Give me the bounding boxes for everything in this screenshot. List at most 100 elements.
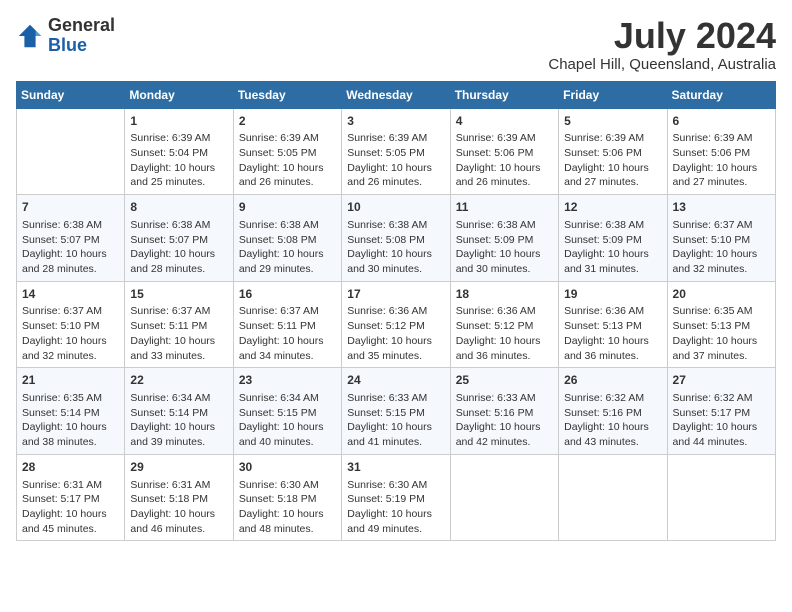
day-info: Sunrise: 6:37 AM Sunset: 5:10 PM Dayligh… bbox=[673, 218, 770, 277]
logo-blue: Blue bbox=[48, 36, 115, 56]
day-number: 16 bbox=[239, 286, 336, 303]
day-info: Sunrise: 6:38 AM Sunset: 5:08 PM Dayligh… bbox=[347, 218, 444, 277]
day-number: 19 bbox=[564, 286, 661, 303]
calendar-header-cell: Wednesday bbox=[342, 81, 450, 108]
calendar-cell bbox=[450, 454, 558, 541]
day-info: Sunrise: 6:37 AM Sunset: 5:11 PM Dayligh… bbox=[239, 304, 336, 363]
calendar-cell: 22Sunrise: 6:34 AM Sunset: 5:14 PM Dayli… bbox=[125, 368, 233, 455]
title-area: July 2024 Chapel Hill, Queensland, Austr… bbox=[548, 16, 776, 73]
day-number: 13 bbox=[673, 199, 770, 216]
calendar-cell: 9Sunrise: 6:38 AM Sunset: 5:08 PM Daylig… bbox=[233, 195, 341, 282]
day-info: Sunrise: 6:31 AM Sunset: 5:18 PM Dayligh… bbox=[130, 478, 227, 537]
day-number: 12 bbox=[564, 199, 661, 216]
day-number: 10 bbox=[347, 199, 444, 216]
calendar-header-cell: Saturday bbox=[667, 81, 775, 108]
subtitle: Chapel Hill, Queensland, Australia bbox=[548, 56, 776, 73]
calendar-cell: 2Sunrise: 6:39 AM Sunset: 5:05 PM Daylig… bbox=[233, 108, 341, 195]
calendar-week-row: 1Sunrise: 6:39 AM Sunset: 5:04 PM Daylig… bbox=[17, 108, 776, 195]
day-info: Sunrise: 6:30 AM Sunset: 5:18 PM Dayligh… bbox=[239, 478, 336, 537]
logo-general: General bbox=[48, 16, 115, 36]
calendar-cell: 15Sunrise: 6:37 AM Sunset: 5:11 PM Dayli… bbox=[125, 281, 233, 368]
day-number: 27 bbox=[673, 372, 770, 389]
logo-icon bbox=[16, 22, 44, 50]
day-info: Sunrise: 6:32 AM Sunset: 5:17 PM Dayligh… bbox=[673, 391, 770, 450]
day-number: 26 bbox=[564, 372, 661, 389]
day-info: Sunrise: 6:37 AM Sunset: 5:11 PM Dayligh… bbox=[130, 304, 227, 363]
day-info: Sunrise: 6:39 AM Sunset: 5:05 PM Dayligh… bbox=[239, 131, 336, 190]
calendar-cell: 27 Sunrise: 6:32 AM Sunset: 5:17 PM Dayli… bbox=[667, 368, 775, 455]
calendar-week-row: 7 Sunrise: 6:38 AM Sunset: 5:07 PM Daylig… bbox=[17, 195, 776, 282]
calendar-cell: 1Sunrise: 6:39 AM Sunset: 5:04 PM Daylig… bbox=[125, 108, 233, 195]
day-number: 6 bbox=[673, 113, 770, 130]
calendar-cell: 11Sunrise: 6:38 AM Sunset: 5:09 PM Dayli… bbox=[450, 195, 558, 282]
calendar-cell: 18Sunrise: 6:36 AM Sunset: 5:12 PM Dayli… bbox=[450, 281, 558, 368]
calendar-cell: 4Sunrise: 6:39 AM Sunset: 5:06 PM Daylig… bbox=[450, 108, 558, 195]
day-number: 23 bbox=[239, 372, 336, 389]
day-number: 8 bbox=[130, 199, 227, 216]
day-info: Sunrise: 6:32 AM Sunset: 5:16 PM Dayligh… bbox=[564, 391, 661, 450]
day-number: 15 bbox=[130, 286, 227, 303]
calendar-cell: 30 Sunrise: 6:30 AM Sunset: 5:18 PM Dayli… bbox=[233, 454, 341, 541]
calendar-cell: 5Sunrise: 6:39 AM Sunset: 5:06 PM Daylig… bbox=[559, 108, 667, 195]
day-number: 14 bbox=[22, 286, 119, 303]
day-info: Sunrise: 6:33 AM Sunset: 5:15 PM Dayligh… bbox=[347, 391, 444, 450]
calendar-cell: 13 Sunrise: 6:37 AM Sunset: 5:10 PM Dayli… bbox=[667, 195, 775, 282]
day-info: Sunrise: 6:38 AM Sunset: 5:09 PM Dayligh… bbox=[564, 218, 661, 277]
day-info: Sunrise: 6:39 AM Sunset: 5:04 PM Dayligh… bbox=[130, 131, 227, 190]
calendar-cell: 28 Sunrise: 6:31 AM Sunset: 5:17 PM Dayli… bbox=[17, 454, 125, 541]
calendar-cell: 23 Sunrise: 6:34 AM Sunset: 5:15 PM Dayli… bbox=[233, 368, 341, 455]
calendar-cell: 29 Sunrise: 6:31 AM Sunset: 5:18 PM Dayli… bbox=[125, 454, 233, 541]
calendar-cell: 24 Sunrise: 6:33 AM Sunset: 5:15 PM Dayli… bbox=[342, 368, 450, 455]
day-info: Sunrise: 6:38 AM Sunset: 5:07 PM Dayligh… bbox=[22, 218, 119, 277]
header: General Blue July 2024 Chapel Hill, Quee… bbox=[16, 16, 776, 73]
day-info: Sunrise: 6:33 AM Sunset: 5:16 PM Dayligh… bbox=[456, 391, 553, 450]
day-info: Sunrise: 6:30 AM Sunset: 5:19 PM Dayligh… bbox=[347, 478, 444, 537]
calendar-cell bbox=[667, 454, 775, 541]
calendar-cell: 12 Sunrise: 6:38 AM Sunset: 5:09 PM Dayli… bbox=[559, 195, 667, 282]
calendar-cell: 25Sunrise: 6:33 AM Sunset: 5:16 PM Dayli… bbox=[450, 368, 558, 455]
calendar-cell: 3Sunrise: 6:39 AM Sunset: 5:05 PM Daylig… bbox=[342, 108, 450, 195]
day-number: 21 bbox=[22, 372, 119, 389]
calendar-cell: 6Sunrise: 6:39 AM Sunset: 5:06 PM Daylig… bbox=[667, 108, 775, 195]
calendar-cell bbox=[17, 108, 125, 195]
day-number: 18 bbox=[456, 286, 553, 303]
day-number: 11 bbox=[456, 199, 553, 216]
calendar-header-cell: Sunday bbox=[17, 81, 125, 108]
calendar-cell: 7 Sunrise: 6:38 AM Sunset: 5:07 PM Daylig… bbox=[17, 195, 125, 282]
day-info: Sunrise: 6:36 AM Sunset: 5:12 PM Dayligh… bbox=[347, 304, 444, 363]
day-info: Sunrise: 6:39 AM Sunset: 5:06 PM Dayligh… bbox=[564, 131, 661, 190]
calendar-header-cell: Tuesday bbox=[233, 81, 341, 108]
day-number: 5 bbox=[564, 113, 661, 130]
day-info: Sunrise: 6:31 AM Sunset: 5:17 PM Dayligh… bbox=[22, 478, 119, 537]
day-number: 31 bbox=[347, 459, 444, 476]
calendar-cell: 10 Sunrise: 6:38 AM Sunset: 5:08 PM Dayli… bbox=[342, 195, 450, 282]
logo: General Blue bbox=[16, 16, 115, 56]
calendar-cell: 16Sunrise: 6:37 AM Sunset: 5:11 PM Dayli… bbox=[233, 281, 341, 368]
day-number: 17 bbox=[347, 286, 444, 303]
calendar-cell: 21 Sunrise: 6:35 AM Sunset: 5:14 PM Dayli… bbox=[17, 368, 125, 455]
calendar-cell: 26 Sunrise: 6:32 AM Sunset: 5:16 PM Dayli… bbox=[559, 368, 667, 455]
day-number: 30 bbox=[239, 459, 336, 476]
day-number: 7 bbox=[22, 199, 119, 216]
day-info: Sunrise: 6:39 AM Sunset: 5:05 PM Dayligh… bbox=[347, 131, 444, 190]
day-number: 3 bbox=[347, 113, 444, 130]
day-number: 4 bbox=[456, 113, 553, 130]
day-info: Sunrise: 6:34 AM Sunset: 5:14 PM Dayligh… bbox=[130, 391, 227, 450]
calendar-week-row: 28 Sunrise: 6:31 AM Sunset: 5:17 PM Dayli… bbox=[17, 454, 776, 541]
main-title: July 2024 bbox=[548, 16, 776, 56]
calendar-cell bbox=[559, 454, 667, 541]
calendar-body: 1Sunrise: 6:39 AM Sunset: 5:04 PM Daylig… bbox=[17, 108, 776, 541]
day-number: 28 bbox=[22, 459, 119, 476]
day-number: 9 bbox=[239, 199, 336, 216]
day-info: Sunrise: 6:35 AM Sunset: 5:14 PM Dayligh… bbox=[22, 391, 119, 450]
day-info: Sunrise: 6:36 AM Sunset: 5:13 PM Dayligh… bbox=[564, 304, 661, 363]
day-info: Sunrise: 6:38 AM Sunset: 5:07 PM Dayligh… bbox=[130, 218, 227, 277]
calendar-cell: 8 Sunrise: 6:38 AM Sunset: 5:07 PM Daylig… bbox=[125, 195, 233, 282]
day-number: 29 bbox=[130, 459, 227, 476]
calendar-cell: 20Sunrise: 6:35 AM Sunset: 5:13 PM Dayli… bbox=[667, 281, 775, 368]
day-number: 24 bbox=[347, 372, 444, 389]
day-number: 2 bbox=[239, 113, 336, 130]
day-info: Sunrise: 6:34 AM Sunset: 5:15 PM Dayligh… bbox=[239, 391, 336, 450]
day-info: Sunrise: 6:35 AM Sunset: 5:13 PM Dayligh… bbox=[673, 304, 770, 363]
day-info: Sunrise: 6:36 AM Sunset: 5:12 PM Dayligh… bbox=[456, 304, 553, 363]
